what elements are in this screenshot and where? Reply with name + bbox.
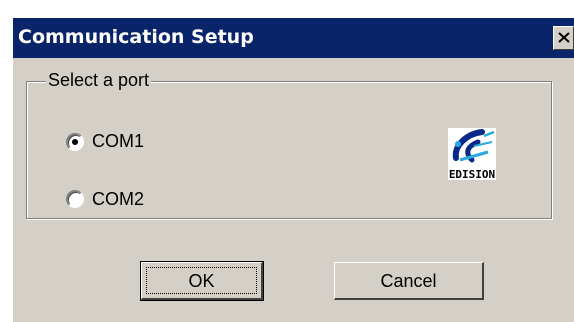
com1-label[interactable]: COM1 <box>92 130 144 152</box>
com2-label[interactable]: COM2 <box>92 188 144 210</box>
com1-radio[interactable] <box>66 133 84 151</box>
edision-logo-icon: EDISION <box>436 112 512 190</box>
port-group-legend: Select a port <box>46 69 152 91</box>
focus-rectangle <box>146 267 257 294</box>
close-icon <box>558 32 570 43</box>
title-bar[interactable]: Communication Setup <box>13 18 574 58</box>
radio-selected-dot <box>72 139 78 145</box>
window-title: Communication Setup <box>18 26 254 48</box>
cancel-button[interactable]: Cancel <box>334 262 484 300</box>
logo-text: EDISION <box>449 168 495 181</box>
ok-button[interactable]: OK <box>140 261 264 301</box>
com2-radio[interactable] <box>66 190 84 208</box>
cancel-button-label: Cancel <box>380 270 437 291</box>
close-button[interactable] <box>553 26 574 50</box>
